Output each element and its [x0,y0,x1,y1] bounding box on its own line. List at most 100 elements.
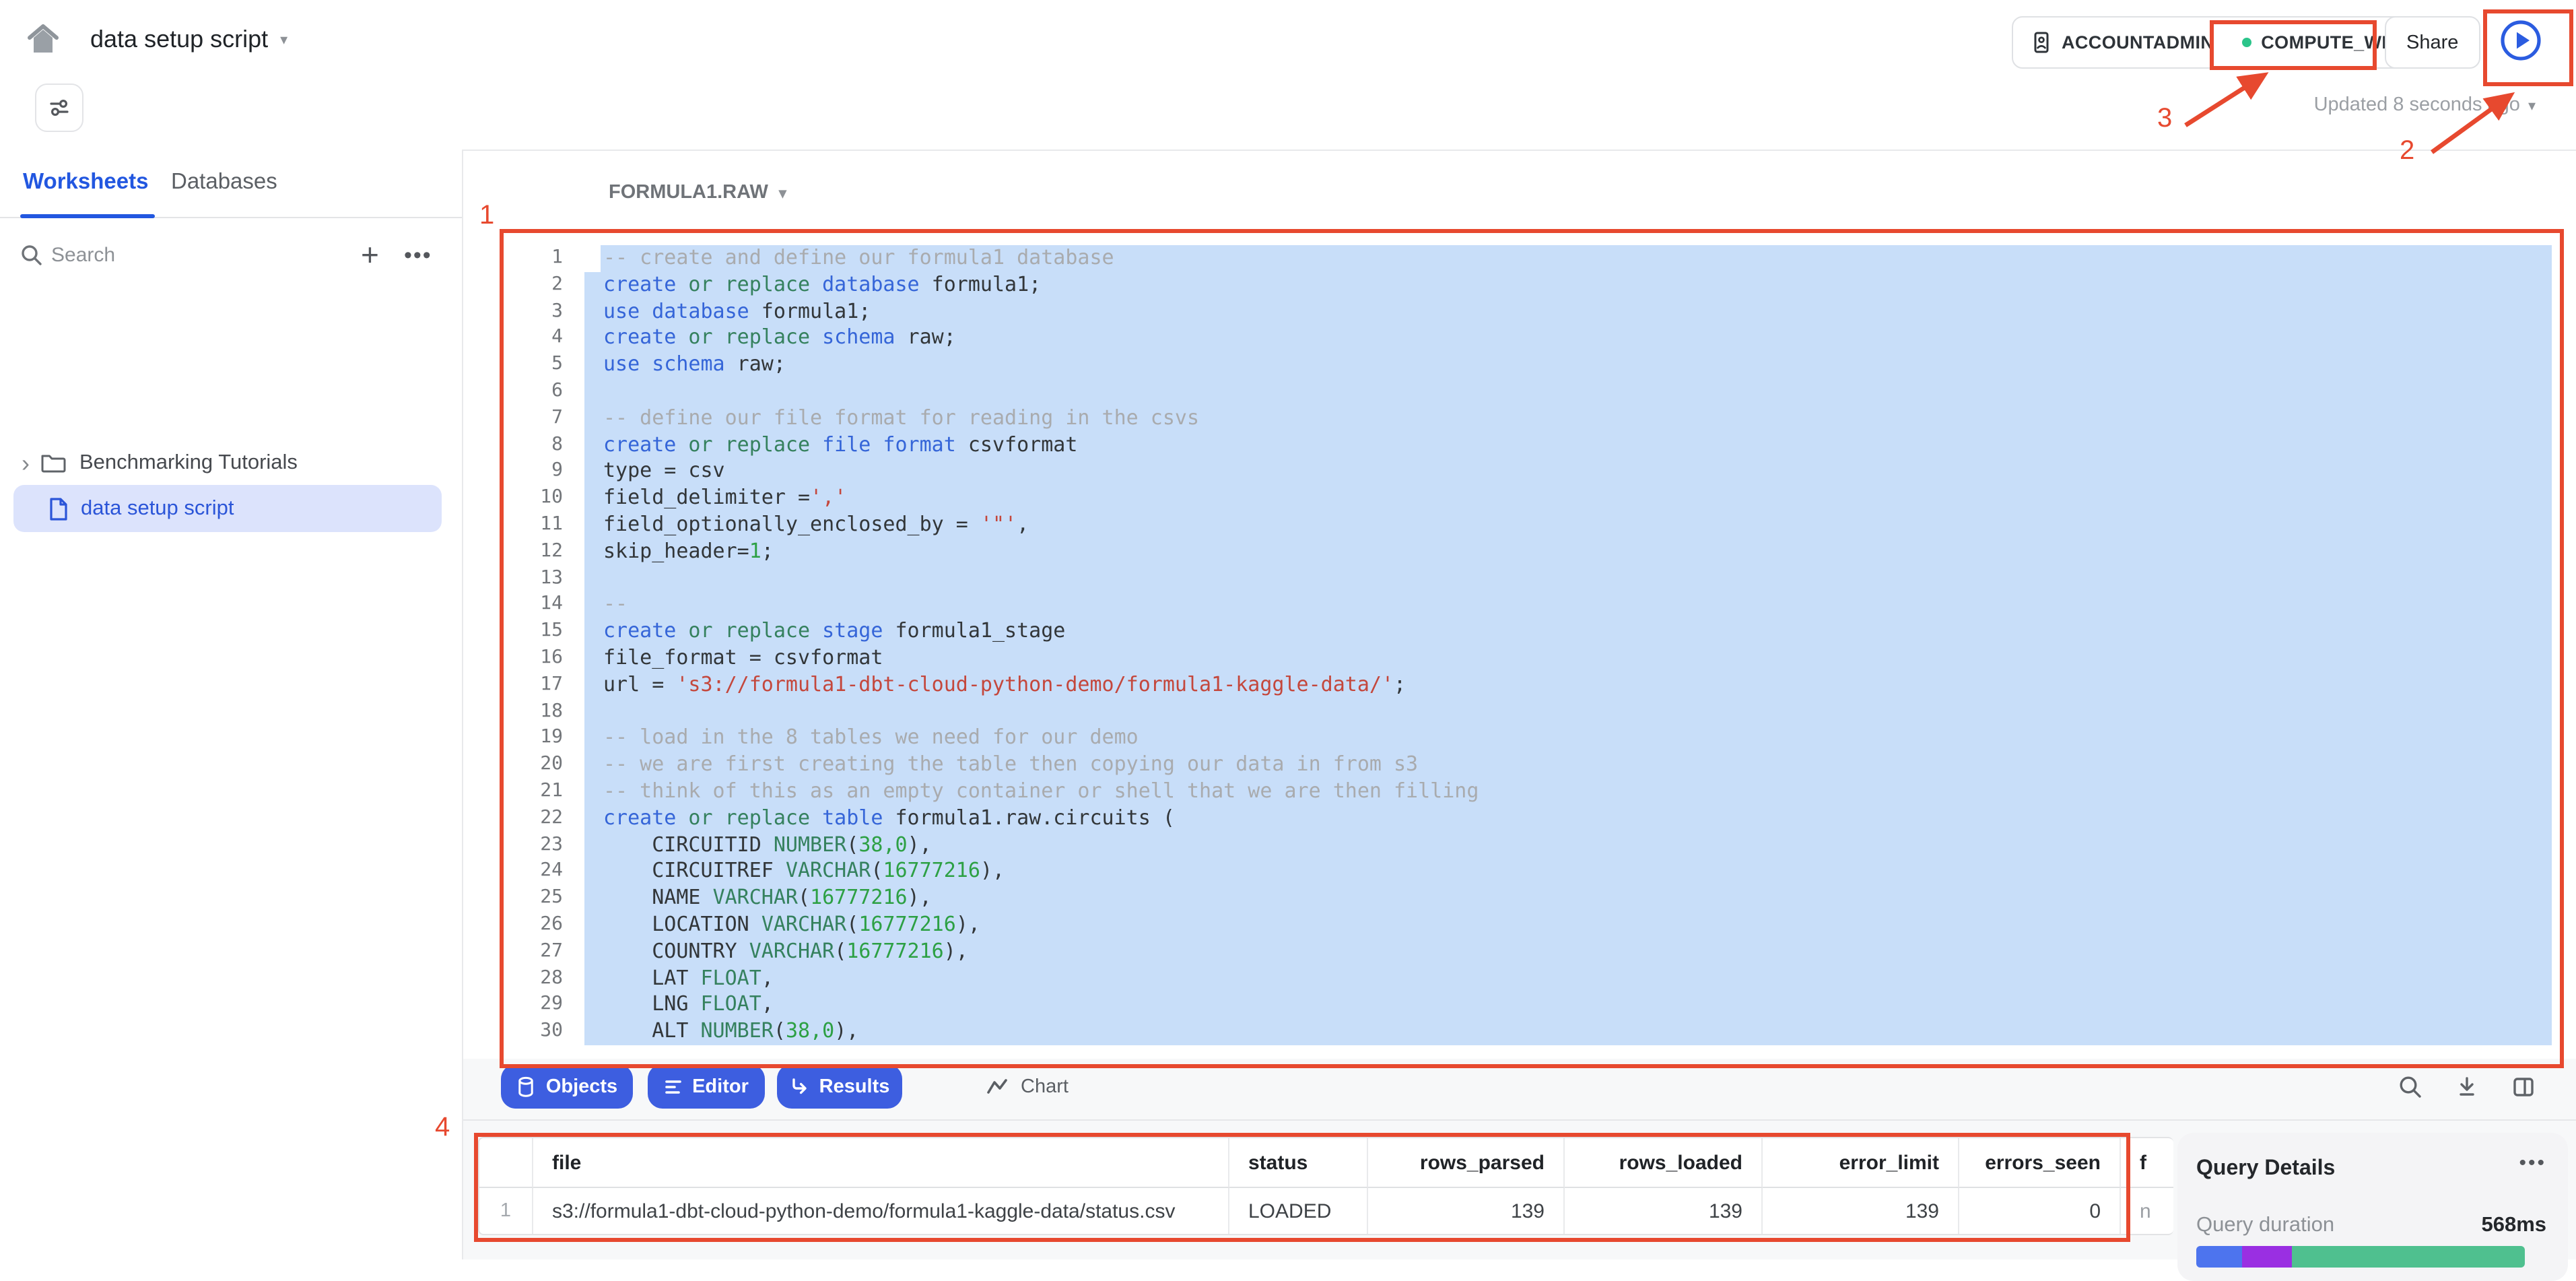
search-input[interactable] [48,242,323,268]
run-button[interactable] [2498,18,2544,63]
code-text [584,565,2552,592]
code-line: 30 ALT NUMBER(38,0), [504,1018,2552,1045]
table-cell: 139 [1368,1188,1565,1234]
code-line: 11field_optionally_enclosed_by = '"', [504,512,2552,539]
column-header: status [1229,1138,1368,1188]
code-line: 16 file_format = csvformat [504,645,2552,672]
line-number: 11 [504,512,563,539]
line-number: 16 [504,645,563,672]
schema-context-selector[interactable]: FORMULA1.RAW ▾ [609,182,786,203]
editor-label: Editor [692,1076,749,1097]
duration-bar-segment [2292,1246,2525,1268]
code-text: CIRCUITREF VARCHAR(16777216), [584,859,2552,886]
column-header: file [533,1138,1229,1188]
download-icon[interactable] [2455,1074,2479,1098]
return-arrow-icon [790,1076,810,1096]
home-icon [24,20,62,58]
sql-editor[interactable]: 1 -- create and define our formula1 datab… [504,233,2552,1056]
code-text: NAME VARCHAR(16777216), [584,885,2552,912]
more-options-icon[interactable]: ••• [404,242,432,269]
updated-status[interactable]: Updated 8 seconds ago ▾ [2314,94,2536,116]
code-line: 14-- [504,592,2552,619]
snowsight-worksheet-app: data setup script ▾ ACCOUN [0,0,2576,1259]
code-editor-lines: 1 -- create and define our formula1 datab… [504,245,2552,1045]
code-line: 5 use schema raw; [504,352,2552,379]
code-text: LNG FLOAT, [584,992,2552,1019]
query-details-panel: Query Details ••• Query duration 568ms [2177,1133,2568,1281]
results-label: Results [819,1076,890,1097]
line-number: 23 [504,832,563,859]
results-button[interactable]: Results [777,1064,902,1109]
results-toolbar-icons [2398,1064,2536,1109]
sidebar-search-row: + ••• [0,229,462,294]
sidebar-item-selected-worksheet[interactable]: data setup script [13,485,442,532]
code-text: create or replace schema raw; [584,325,2552,352]
code-text [584,379,2552,405]
context-pill[interactable]: ACCOUNTADMIN COMPUTE_WH [2012,16,2414,69]
code-line: 7-- define our file format for reading i… [504,405,2552,432]
code-text: -- define our file format for reading in… [584,405,2552,432]
share-label: Share [2406,32,2458,53]
tab-databases[interactable]: Databases [171,170,277,195]
results-section: Objects Editor Results [463,1059,2576,1259]
table-cell: n [2121,1188,2173,1234]
updated-label: Updated 8 seconds ago [2314,94,2520,116]
query-details-menu-icon[interactable]: ••• [2519,1152,2546,1175]
line-number: 17 [504,672,563,699]
sliders-icon [47,96,71,120]
code-text: CIRCUITID NUMBER(38,0), [584,832,2552,859]
code-text [584,698,2552,725]
warehouse-label: COMPUTE_WH [2261,32,2395,53]
line-number: 10 [504,485,563,512]
objects-button[interactable]: Objects [501,1064,633,1109]
add-worksheet-icon[interactable]: + [361,237,379,273]
column-header: f [2121,1138,2173,1188]
editor-button[interactable]: Editor [648,1064,765,1109]
list-lines-icon [664,1077,683,1096]
line-number: 5 [504,352,563,379]
line-number: 12 [504,539,563,566]
tab-worksheets[interactable]: Worksheets [23,170,148,195]
line-number: 9 [504,459,563,486]
line-number: 1 [504,245,563,272]
split-panel-icon[interactable] [2511,1074,2536,1098]
duration-bar-segment [2196,1246,2242,1268]
row-number: 1 [479,1188,533,1234]
code-text: field_delimiter =',' [584,485,2552,512]
code-line: 13 [504,565,2552,592]
filters-button[interactable] [35,84,83,132]
sidebar-item-folder[interactable]: › Benchmarking Tutorials [0,440,462,486]
code-line: 26 LOCATION VARCHAR(16777216), [504,912,2552,939]
code-text: create or replace file format csvformat [584,432,2552,459]
code-line: 4create or replace schema raw; [504,325,2552,352]
results-header-row: filestatusrows_parsedrows_loadederror_li… [479,1138,2173,1188]
code-line: 28 LAT FLOAT, [504,965,2552,992]
code-line: 23 CIRCUITID NUMBER(38,0), [504,832,2552,859]
line-number: 25 [504,885,563,912]
chart-tab[interactable]: Chart [986,1064,1069,1109]
annotation-label-1: 1 [479,201,494,232]
line-number: 22 [504,805,563,832]
code-line: 19-- load in the 8 tables we need for ou… [504,725,2552,752]
worksheet-title-group[interactable]: data setup script ▾ [90,26,287,54]
share-button[interactable]: Share [2385,16,2480,69]
home-button[interactable] [24,20,62,58]
results-table[interactable]: filestatusrows_parsedrows_loadederror_li… [478,1137,2173,1235]
line-number: 13 [504,565,563,592]
column-header: error_limit [1763,1138,1959,1188]
page-title: data setup script [90,26,268,54]
code-line: 22create or replace table formula1.raw.c… [504,805,2552,832]
sidebar: Worksheets Databases + ••• › Benchmark [0,150,463,1259]
line-number: 28 [504,965,563,992]
code-text: -- load in the 8 tables we need for our … [584,725,2552,752]
code-text: type = csv [584,459,2552,486]
database-icon [516,1076,537,1097]
code-text: -- create and define our formula1 databa… [601,245,2552,272]
code-text: use schema raw; [584,352,2552,379]
line-number: 3 [504,298,563,325]
code-text: file_format = csvformat [584,645,2552,672]
query-duration-label: Query duration [2196,1214,2334,1238]
role-label: ACCOUNTADMIN [2062,32,2214,53]
selected-worksheet-label: data setup script [81,496,234,521]
search-results-icon[interactable] [2398,1074,2422,1098]
